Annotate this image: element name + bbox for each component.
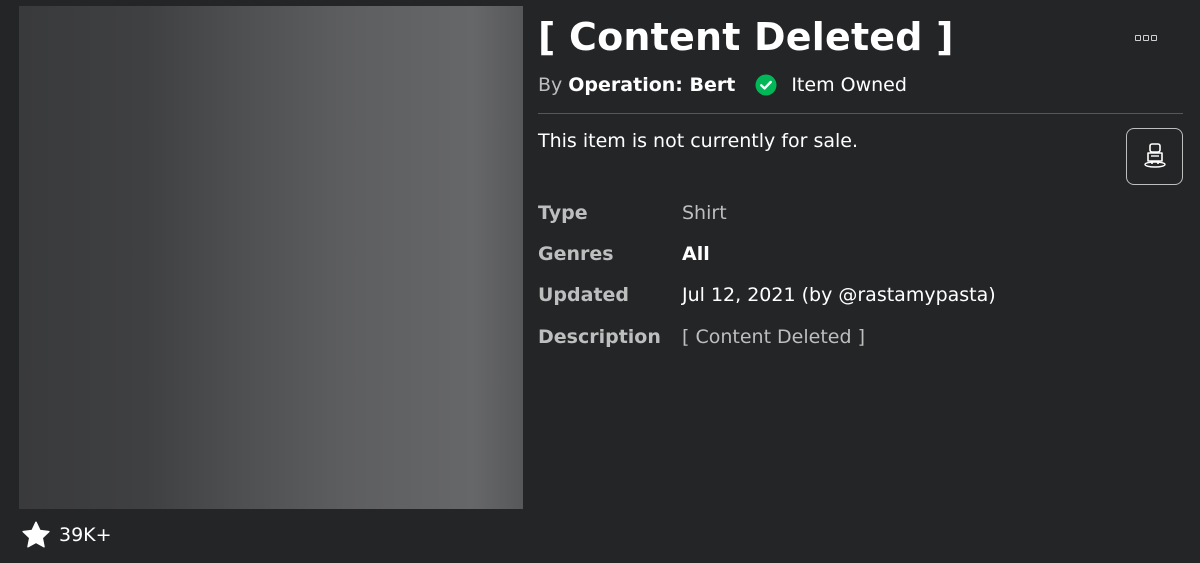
star-icon[interactable] <box>21 520 51 550</box>
byline: By Operation: Bert Item Owned <box>538 70 907 100</box>
check-circle-icon <box>755 74 777 96</box>
item-header: [ Content Deleted ] <box>538 10 1183 64</box>
divider <box>538 113 1183 114</box>
detail-row-description: Description [ Content Deleted ] <box>538 323 865 351</box>
detail-label: Description <box>538 326 661 348</box>
detail-value: Jul 12, 2021 (by @rastamypasta) <box>682 284 996 306</box>
detail-row-type: Type Shirt <box>538 199 727 227</box>
more-options-icon <box>1135 35 1141 41</box>
genre-link[interactable]: All <box>682 243 710 265</box>
item-title: [ Content Deleted ] <box>538 15 954 59</box>
item-details-page: 39K+ [ Content Deleted ] By Operation: B… <box>0 0 1200 563</box>
favorite-control[interactable]: 39K+ <box>21 518 112 552</box>
detail-label: Genres <box>538 243 614 265</box>
detail-row-genres: Genres All <box>538 240 710 268</box>
detail-value: Shirt <box>682 202 727 224</box>
sale-status: This item is not currently for sale. <box>538 130 859 152</box>
detail-label: Updated <box>538 284 630 306</box>
detail-row-updated: Updated Jul 12, 2021 (by @rastamypasta) <box>538 281 996 309</box>
more-options-dot <box>1151 35 1157 41</box>
description-text: [ Content Deleted ] <box>682 326 865 348</box>
item-owned-label: Item Owned <box>791 74 907 96</box>
try-on-button[interactable] <box>1126 128 1183 185</box>
creator-link[interactable]: Operation: Bert <box>568 74 735 96</box>
by-label: By <box>538 74 563 96</box>
more-options-dot <box>1143 35 1149 41</box>
favorites-count: 39K+ <box>59 524 112 546</box>
more-options-button[interactable] <box>1132 28 1160 48</box>
detail-label: Type <box>538 202 588 224</box>
item-thumbnail <box>19 6 523 509</box>
avatar-try-on-icon <box>1140 140 1170 174</box>
